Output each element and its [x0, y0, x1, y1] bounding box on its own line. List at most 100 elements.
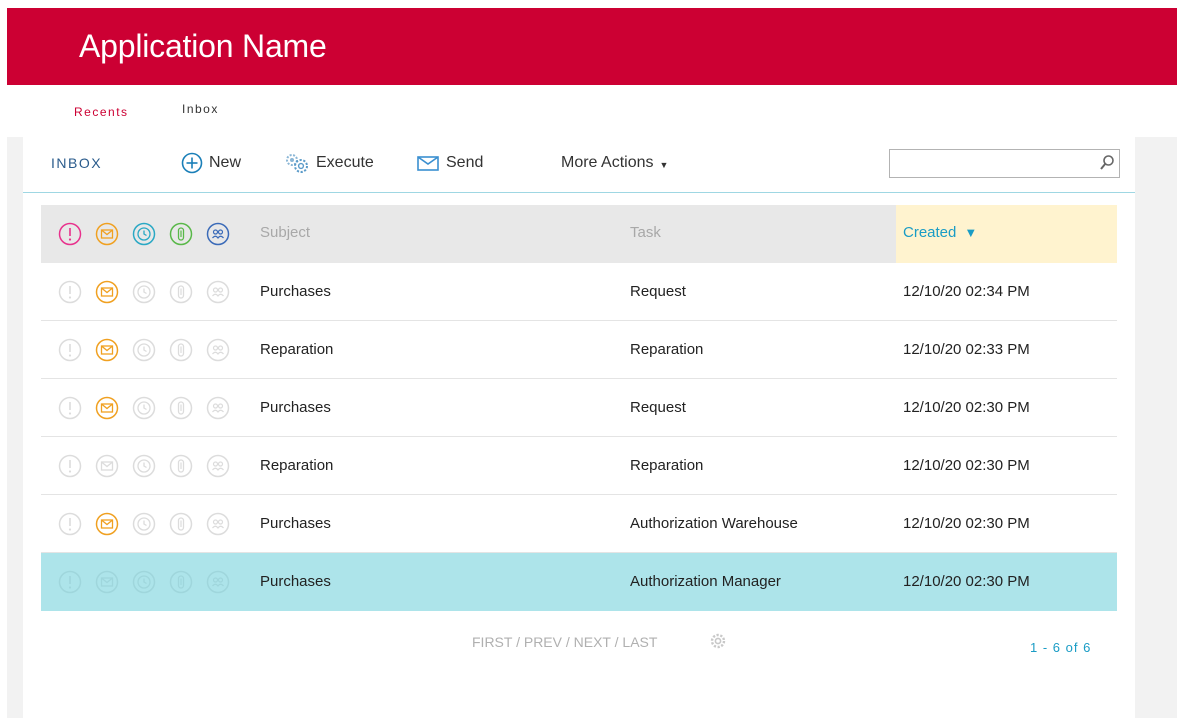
group-icon [206, 454, 230, 478]
row-task: Request [630, 399, 686, 416]
row-task: Authorization Manager [630, 573, 781, 590]
panel-left-gutter [7, 137, 23, 718]
attachment-icon[interactable] [169, 222, 193, 246]
record-count: 1 - 6 of 6 [1030, 640, 1092, 655]
plus-circle-icon [181, 152, 203, 174]
table-row[interactable]: Reparation Reparation 12/10/20 02:33 PM [41, 321, 1117, 379]
clock-icon [132, 454, 156, 478]
row-created: 12/10/20 02:34 PM [903, 283, 1030, 300]
group-icon[interactable] [206, 222, 230, 246]
created-column-label: Created [903, 224, 957, 241]
row-icons [58, 454, 243, 478]
row-created: 12/10/20 02:30 PM [903, 515, 1030, 532]
clock-icon [132, 396, 156, 420]
new-button[interactable]: New [181, 151, 241, 175]
gear-icon[interactable] [709, 632, 727, 650]
clock-icon [132, 280, 156, 304]
execute-button[interactable]: Execute [284, 151, 374, 175]
gears-icon [286, 154, 308, 173]
mail-icon[interactable] [95, 222, 119, 246]
priority-icon [58, 570, 82, 594]
mail-icon [95, 280, 119, 304]
sort-desc-icon: ▼ [964, 225, 978, 240]
clock-icon [132, 512, 156, 536]
table-row[interactable]: Reparation Reparation 12/10/20 02:30 PM [41, 437, 1117, 495]
row-created: 12/10/20 02:30 PM [903, 457, 1030, 474]
mail-icon [95, 570, 119, 594]
table-row[interactable]: Purchases Authorization Warehouse 12/10/20… [41, 495, 1117, 553]
group-icon [206, 280, 230, 304]
inbox-toolbar: INBOX New Execute Send More Actions ▼ [23, 137, 1135, 193]
execute-button-label: Execute [316, 154, 374, 171]
inbox-title: INBOX [51, 155, 103, 171]
priority-icon[interactable] [58, 222, 82, 246]
priority-icon [58, 512, 82, 536]
attachment-icon [169, 396, 193, 420]
row-icons [58, 512, 243, 536]
new-button-label: New [209, 154, 242, 171]
row-icons [58, 338, 243, 362]
mail-icon [95, 512, 119, 536]
inbox-grid: Subject Task Created ▼ Purchases Request 12… [41, 205, 1117, 611]
more-actions-dropdown[interactable]: More Actions ▼ [561, 151, 668, 175]
send-button-label: Send [446, 154, 484, 171]
tab-recents[interactable]: Recents [74, 105, 129, 119]
priority-icon [58, 280, 82, 304]
created-column-header[interactable]: Created ▼ [903, 224, 977, 241]
row-task: Authorization Warehouse [630, 515, 798, 532]
table-row[interactable]: Purchases Request 12/10/20 02:34 PM [41, 263, 1117, 321]
header-icons [58, 222, 243, 246]
attachment-icon [169, 454, 193, 478]
row-icons [58, 396, 243, 420]
row-created: 12/10/20 02:30 PM [903, 399, 1030, 416]
panel-right-gutter [1135, 137, 1177, 718]
search-input[interactable] [889, 149, 1120, 178]
attachment-icon [169, 338, 193, 362]
app-title: Application Name [79, 28, 327, 64]
group-icon [206, 396, 230, 420]
group-icon [206, 512, 230, 536]
mail-icon [95, 454, 119, 478]
table-row[interactable]: Purchases Authorization Manager 12/10/20 0… [41, 553, 1117, 611]
row-subject: Purchases [260, 573, 331, 590]
task-column-header[interactable]: Task [630, 224, 661, 241]
row-icons [58, 280, 243, 304]
row-subject: Reparation [260, 457, 334, 474]
clock-icon [132, 570, 156, 594]
table-row[interactable]: Purchases Request 12/10/20 02:30 PM [41, 379, 1117, 437]
row-icons [58, 570, 243, 594]
attachment-icon [169, 570, 193, 594]
more-actions-label: More Actions [561, 154, 654, 171]
priority-icon [58, 396, 82, 420]
caret-down-icon: ▼ [659, 160, 669, 170]
row-task: Reparation [630, 457, 704, 474]
group-icon [206, 338, 230, 362]
row-subject: Purchases [260, 515, 331, 532]
tab-inbox[interactable]: Inbox [182, 102, 219, 116]
group-icon [206, 570, 230, 594]
row-task: Reparation [630, 341, 704, 358]
grid-footer: FIRST / PREV / NEXT / LAST 1 - 6 of 6 [23, 615, 1135, 655]
clock-icon [132, 338, 156, 362]
row-subject: Purchases [260, 399, 331, 416]
subject-column-header[interactable]: Subject [260, 224, 310, 241]
search-icon[interactable] [1099, 154, 1115, 172]
grid-rows: Purchases Request 12/10/20 02:34 PM Reparat… [41, 263, 1117, 611]
mail-icon [95, 338, 119, 362]
priority-icon [58, 338, 82, 362]
grid-header: Subject Task Created ▼ [41, 205, 1117, 263]
send-button[interactable]: Send [416, 151, 483, 175]
send-envelope-icon [417, 156, 439, 171]
app-header: Application Name [7, 8, 1177, 85]
row-subject: Purchases [260, 283, 331, 300]
clock-icon[interactable] [132, 222, 156, 246]
row-created: 12/10/20 02:30 PM [903, 573, 1030, 590]
nav-bar: Recents Inbox [0, 85, 1177, 137]
row-task: Request [630, 283, 686, 300]
attachment-icon [169, 280, 193, 304]
mail-icon [95, 396, 119, 420]
row-created: 12/10/20 02:33 PM [903, 341, 1030, 358]
pager-links[interactable]: FIRST / PREV / NEXT / LAST [472, 634, 657, 650]
priority-icon [58, 454, 82, 478]
attachment-icon [169, 512, 193, 536]
